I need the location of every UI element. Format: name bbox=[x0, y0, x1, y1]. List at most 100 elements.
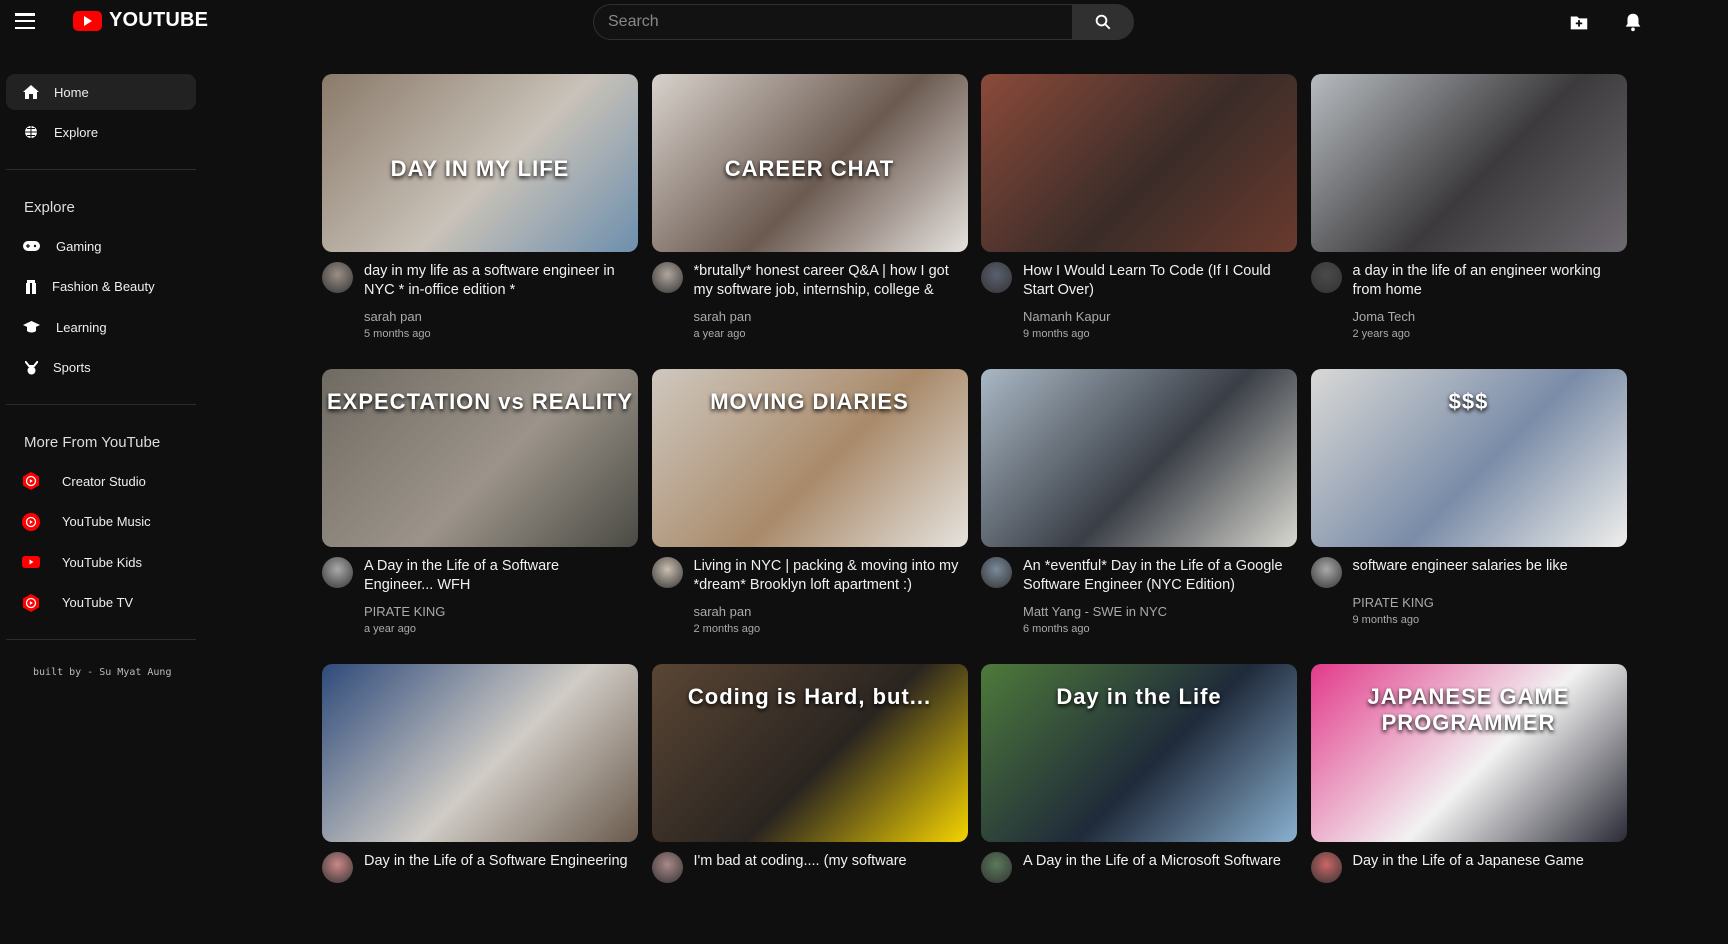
channel-avatar[interactable] bbox=[651, 852, 683, 883]
sidebar-divider bbox=[6, 169, 196, 170]
video-title[interactable]: How I Would Learn To Code (If I Could St… bbox=[1023, 262, 1288, 300]
video-thumbnail[interactable]: EXPECTATION vs REALITY bbox=[322, 369, 638, 547]
search-input[interactable] bbox=[593, 4, 1072, 40]
channel-avatar[interactable] bbox=[1310, 557, 1342, 588]
video-title[interactable]: Day in the Life of a Software Engineerin… bbox=[364, 852, 629, 871]
channel-avatar[interactable] bbox=[322, 852, 353, 883]
channel-avatar[interactable] bbox=[651, 557, 683, 588]
channel-avatar[interactable] bbox=[981, 262, 1012, 293]
video-thumbnail[interactable]: MOVING DIARIES bbox=[651, 369, 968, 547]
video-title[interactable]: a day in the life of an engineer working… bbox=[1353, 262, 1618, 300]
search-bar bbox=[593, 4, 1134, 40]
video-card[interactable]: a day in the life of an engineer working… bbox=[1310, 74, 1627, 354]
youtube-kids-icon bbox=[22, 555, 40, 569]
video-thumbnail[interactable]: DAY IN MY LIFE bbox=[322, 74, 638, 252]
sidebar-item-label: Fashion & Beauty bbox=[52, 279, 155, 294]
sidebar-item-label: YouTube Kids bbox=[62, 554, 142, 570]
thumbnail-overlay-text: DAY IN MY LIFE bbox=[390, 156, 570, 181]
sidebar-divider bbox=[6, 404, 196, 405]
youtube-logo[interactable]: YOUTUBE bbox=[73, 9, 208, 32]
video-title[interactable]: *brutally* honest career Q&A | how I got… bbox=[694, 262, 959, 300]
menu-icon[interactable] bbox=[15, 13, 35, 29]
video-thumbnail[interactable] bbox=[322, 664, 638, 842]
video-thumbnail[interactable]: $$$ bbox=[1310, 369, 1627, 547]
video-card[interactable]: Day in the Life A Day in the Life of a M… bbox=[981, 664, 1297, 944]
fashion-icon bbox=[22, 279, 40, 294]
search-button[interactable] bbox=[1072, 4, 1134, 40]
sidebar-item-explore[interactable]: Explore bbox=[6, 114, 196, 150]
video-card[interactable]: MOVING DIARIES Living in NYC | packing &… bbox=[651, 369, 968, 649]
channel-avatar[interactable] bbox=[1310, 852, 1342, 883]
video-thumbnail[interactable]: Coding is Hard, but... bbox=[651, 664, 968, 842]
channel-avatar[interactable] bbox=[651, 262, 683, 293]
video-card[interactable]: DAY IN MY LIFE day in my life as a softw… bbox=[322, 74, 638, 354]
channel-name[interactable]: sarah pan bbox=[694, 309, 752, 324]
video-title[interactable]: An *eventful* Day in the Life of a Googl… bbox=[1023, 557, 1288, 595]
channel-name[interactable]: Matt Yang - SWE in NYC bbox=[1023, 604, 1167, 619]
channel-avatar[interactable] bbox=[322, 262, 353, 293]
channel-name[interactable]: Joma Tech bbox=[1353, 309, 1416, 324]
channel-name[interactable]: PIRATE KING bbox=[1353, 595, 1434, 610]
upload-time: 9 months ago bbox=[1352, 614, 1420, 626]
video-card[interactable]: Coding is Hard, but... I'm bad at coding… bbox=[651, 664, 968, 944]
video-title[interactable]: day in my life as a software engineer in… bbox=[364, 262, 629, 300]
video-card[interactable]: EXPECTATION vs REALITY A Day in the Life… bbox=[322, 369, 638, 649]
thumbnail-overlay-text: Day in the Life bbox=[1056, 684, 1222, 709]
search-icon bbox=[1095, 14, 1111, 30]
thumbnail-overlay-text: JAPANESE GAME PROGRAMMER bbox=[1367, 684, 1570, 735]
sidebar-item-label: YouTube TV bbox=[62, 595, 134, 610]
youtube-play-icon bbox=[73, 10, 102, 31]
video-title[interactable]: A Day in the Life of a Software Engineer… bbox=[364, 557, 629, 595]
video-thumbnail[interactable] bbox=[1310, 74, 1627, 252]
video-add-icon[interactable] bbox=[1568, 11, 1590, 33]
video-title[interactable]: Living in NYC | packing & moving into my… bbox=[694, 557, 959, 595]
channel-avatar[interactable] bbox=[981, 557, 1012, 588]
video-title[interactable]: I'm bad at coding.... (my software bbox=[694, 852, 959, 871]
upload-time: 2 months ago bbox=[693, 623, 761, 635]
channel-name[interactable]: sarah pan bbox=[364, 309, 422, 324]
channel-name[interactable]: sarah pan bbox=[694, 604, 752, 619]
sidebar-item-home[interactable]: Home bbox=[6, 74, 196, 110]
logo-text: YOUTUBE bbox=[109, 9, 209, 31]
sidebar-item-fashion-beauty[interactable]: Fashion & Beauty bbox=[6, 269, 196, 305]
upload-time: 5 months ago bbox=[364, 328, 431, 340]
credit-text: built by - Su Myat Aung bbox=[33, 667, 172, 678]
video-thumbnail[interactable]: Day in the Life bbox=[981, 664, 1297, 842]
upload-time: 6 months ago bbox=[1023, 623, 1090, 635]
thumbnail-overlay-text: EXPECTATION vs REALITY bbox=[326, 389, 633, 414]
sidebar-divider bbox=[6, 639, 196, 640]
video-card[interactable]: JAPANESE GAME PROGRAMMER Day in the Life… bbox=[1310, 664, 1627, 944]
channel-name[interactable]: PIRATE KING bbox=[364, 604, 445, 619]
medal-icon bbox=[22, 360, 40, 375]
sidebar-item-gaming[interactable]: Gaming bbox=[6, 228, 196, 264]
video-card[interactable]: How I Would Learn To Code (If I Could St… bbox=[981, 74, 1297, 354]
thumbnail-overlay-text: Coding is Hard, but... bbox=[687, 684, 932, 709]
sidebar-item-youtube-music[interactable]: YouTube Music bbox=[6, 504, 196, 540]
creator-studio-icon bbox=[22, 472, 40, 490]
channel-avatar[interactable] bbox=[1310, 262, 1342, 293]
video-thumbnail[interactable]: JAPANESE GAME PROGRAMMER bbox=[1310, 664, 1627, 842]
sidebar-item-youtube-tv[interactable]: YouTube TV bbox=[6, 585, 196, 621]
sidebar-item-learning[interactable]: Learning bbox=[6, 309, 196, 345]
video-thumbnail[interactable] bbox=[981, 369, 1297, 547]
video-card[interactable]: An *eventful* Day in the Life of a Googl… bbox=[981, 369, 1297, 649]
thumbnail-overlay-text: CAREER CHAT bbox=[724, 156, 895, 181]
video-title[interactable]: A Day in the Life of a Microsoft Softwar… bbox=[1023, 852, 1288, 871]
video-card[interactable]: Day in the Life of a Software Engineerin… bbox=[322, 664, 638, 944]
bell-icon[interactable] bbox=[1622, 11, 1644, 33]
video-thumbnail[interactable]: CAREER CHAT bbox=[651, 74, 968, 252]
video-title[interactable]: Day in the Life of a Japanese Game bbox=[1353, 852, 1618, 871]
upload-time: 9 months ago bbox=[1023, 328, 1090, 340]
sidebar-item-sports[interactable]: Sports bbox=[6, 350, 196, 386]
video-thumbnail[interactable] bbox=[981, 74, 1297, 252]
video-card[interactable]: CAREER CHAT *brutally* honest career Q&A… bbox=[651, 74, 968, 354]
upload-time: a year ago bbox=[364, 623, 416, 635]
channel-avatar[interactable] bbox=[981, 852, 1012, 883]
sidebar-item-youtube-kids[interactable]: YouTube Kids bbox=[6, 544, 196, 580]
video-title[interactable]: software engineer salaries be like bbox=[1353, 557, 1618, 576]
youtube-music-icon bbox=[22, 512, 40, 531]
channel-avatar[interactable] bbox=[322, 557, 353, 588]
channel-name[interactable]: Namanh Kapur bbox=[1023, 309, 1110, 324]
sidebar-item-creator-studio[interactable]: Creator Studio bbox=[6, 463, 196, 499]
video-card[interactable]: $$$ software engineer salaries be like P… bbox=[1310, 369, 1627, 649]
